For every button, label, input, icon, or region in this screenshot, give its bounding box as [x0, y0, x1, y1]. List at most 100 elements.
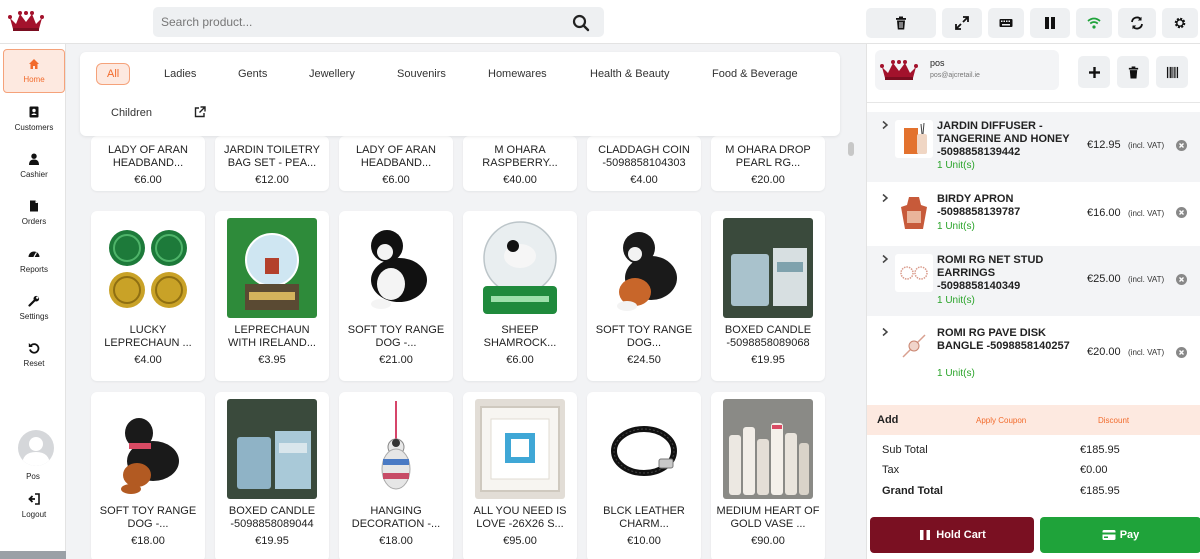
product-card[interactable]: HANGING DECORATION -... €18.00: [339, 392, 453, 559]
chevron-right-icon[interactable]: [880, 120, 890, 130]
product-card[interactable]: CLADDAGH COIN -5098858104303 €4.00: [587, 136, 701, 191]
cart-item-quantity: 1 Unit(s): [937, 160, 975, 171]
category-tab-homewares[interactable]: Homewares: [478, 63, 557, 85]
category-tab-all[interactable]: All: [96, 63, 131, 85]
sidebar-item-home[interactable]: Home: [3, 49, 65, 93]
remove-item-icon[interactable]: [1176, 140, 1187, 151]
divider: [867, 102, 1200, 103]
product-price: €18.00: [131, 535, 165, 547]
user-icon: [29, 153, 39, 165]
pause-icon: [920, 530, 931, 540]
product-price: €40.00: [503, 174, 537, 186]
product-card[interactable]: LUCKY LEPRECHAUN ... €4.00: [91, 211, 205, 381]
category-tab-food-beverage[interactable]: Food & Beverage: [702, 63, 808, 85]
payment-card-icon: [1102, 530, 1116, 540]
barcode-button[interactable]: [1156, 56, 1188, 88]
cart-panel: pos pos@ajcretail.ie JARDIN DIFFUSER - T…: [866, 44, 1200, 559]
sidebar-item-customers[interactable]: Customers: [3, 97, 65, 141]
logout-button[interactable]: Logout: [3, 489, 65, 523]
category-tab-gents[interactable]: Gents: [228, 63, 277, 85]
crown-logo-icon[interactable]: [8, 10, 44, 32]
search-input[interactable]: [153, 7, 563, 37]
sidebar-footer-bar: [0, 551, 66, 559]
category-tab-jewellery[interactable]: Jewellery: [299, 63, 365, 85]
product-card[interactable]: BOXED CANDLE -5098858089044 €19.95: [215, 392, 329, 559]
product-image: [723, 399, 813, 499]
add-button[interactable]: Add: [877, 414, 898, 426]
fullscreen-button[interactable]: [942, 8, 982, 38]
product-card[interactable]: SOFT TOY RANGE DOG -... €21.00: [339, 211, 453, 381]
product-price: €18.00: [379, 535, 413, 547]
cart-item[interactable]: BIRDY APRON -5098858139787 1 Unit(s) €16…: [867, 185, 1200, 243]
search-icon[interactable]: [572, 14, 590, 32]
product-card[interactable]: BOXED CANDLE -5098858089068 €19.95: [711, 211, 825, 381]
product-price: €90.00: [751, 535, 785, 547]
remove-customer-button[interactable]: [1117, 56, 1149, 88]
cart-item[interactable]: ROMI RG PAVE DISK BANGLE -5098858140257 …: [867, 319, 1200, 387]
keyboard-button[interactable]: [988, 8, 1024, 38]
product-name: CLADDAGH COIN -5098858104303: [598, 144, 690, 169]
product-name: MEDIUM HEART OF GOLD VASE ...: [716, 505, 820, 530]
product-card[interactable]: LEPRECHAUN WITH IRELAND... €3.95: [215, 211, 329, 381]
category-tab-children[interactable]: Children: [101, 102, 162, 124]
sidebar-item-settings[interactable]: Settings: [3, 286, 65, 330]
product-card[interactable]: SOFT TOY RANGE DOG... €24.50: [587, 211, 701, 381]
sidebar-item-label: Orders: [21, 217, 47, 226]
pay-button[interactable]: Pay: [1040, 517, 1200, 553]
category-tab-ladies[interactable]: Ladies: [154, 63, 206, 85]
sidebar-item-reset[interactable]: Reset: [3, 333, 65, 377]
clear-cart-button[interactable]: [866, 8, 936, 38]
product-card[interactable]: MEDIUM HEART OF GOLD VASE ... €90.00: [711, 392, 825, 559]
product-grid-scrollbar[interactable]: [848, 142, 854, 156]
remove-item-icon[interactable]: [1176, 347, 1187, 358]
product-card[interactable]: M OHARA DROP PEARL RG... €20.00: [711, 136, 825, 191]
product-card[interactable]: M OHARA RASPBERRY... €40.00: [463, 136, 577, 191]
external-link-icon[interactable]: [194, 106, 206, 118]
sidebar-item-label: Home: [23, 75, 45, 84]
sync-button[interactable]: [1118, 8, 1156, 38]
product-card[interactable]: JARDIN TOILETRY BAG SET - PEA... €12.00: [215, 136, 329, 191]
cart-item[interactable]: ROMI RG NET STUD EARRINGS -5098858140349…: [867, 246, 1200, 316]
settings-button[interactable]: [1162, 8, 1198, 38]
chevron-right-icon[interactable]: [880, 327, 890, 337]
product-card[interactable]: BLCK LEATHER CHARM... €10.00: [587, 392, 701, 559]
product-card[interactable]: LADY OF ARAN HEADBAND... €6.00: [339, 136, 453, 191]
remove-item-icon[interactable]: [1176, 207, 1187, 218]
product-image: [475, 399, 565, 499]
category-tab-souvenirs[interactable]: Souvenirs: [387, 63, 456, 85]
remove-item-icon[interactable]: [1176, 274, 1187, 285]
wifi-status-button[interactable]: [1076, 8, 1112, 38]
product-price: €10.00: [627, 535, 661, 547]
discount-link[interactable]: Discount: [1098, 416, 1129, 425]
product-name: M OHARA RASPBERRY...: [482, 144, 558, 169]
sidebar-item-orders[interactable]: Orders: [3, 191, 65, 235]
sidebar-item-cashier[interactable]: Cashier: [3, 144, 65, 188]
product-name: M OHARA DROP PEARL RG...: [725, 144, 811, 169]
product-card[interactable]: LADY OF ARAN HEADBAND... €6.00: [91, 136, 205, 191]
gear-icon: [1174, 17, 1186, 29]
add-customer-button[interactable]: [1078, 56, 1110, 88]
hold-cart-button[interactable]: Hold Cart: [870, 517, 1034, 553]
cart-item-vat-note: (incl. VAT): [1128, 275, 1165, 284]
cart-item-quantity: 1 Unit(s): [937, 368, 975, 379]
chevron-right-icon[interactable]: [880, 254, 890, 264]
sync-icon: [1131, 16, 1143, 30]
chevron-right-icon[interactable]: [880, 193, 890, 203]
product-image: [103, 399, 193, 499]
product-card[interactable]: SHEEP SHAMROCK... €6.00: [463, 211, 577, 381]
sidebar-item-reports[interactable]: Reports: [3, 239, 65, 283]
pause-button[interactable]: [1030, 8, 1070, 38]
sidebar-item-label: Customers: [14, 123, 54, 132]
customer-selector[interactable]: pos pos@ajcretail.ie: [875, 50, 1059, 90]
product-price: €12.00: [255, 174, 289, 186]
product-name: SOFT TOY RANGE DOG -...: [347, 324, 445, 349]
product-card[interactable]: ALL YOU NEED IS LOVE -26X26 S... €95.00: [463, 392, 577, 559]
category-panel: All Ladies Gents Jewellery Souvenirs Hom…: [80, 52, 840, 136]
avatar[interactable]: [18, 430, 54, 466]
cart-item[interactable]: JARDIN DIFFUSER - TANGERINE AND HONEY -5…: [867, 112, 1200, 182]
cart-item-name: JARDIN DIFFUSER - TANGERINE AND HONEY -5…: [937, 120, 1070, 158]
apply-coupon-link[interactable]: Apply Coupon: [976, 416, 1026, 425]
product-card[interactable]: SOFT TOY RANGE DOG -... €18.00: [91, 392, 205, 559]
category-tab-health-beauty[interactable]: Health & Beauty: [580, 63, 680, 85]
cart-item-price: €25.00: [1087, 273, 1121, 285]
